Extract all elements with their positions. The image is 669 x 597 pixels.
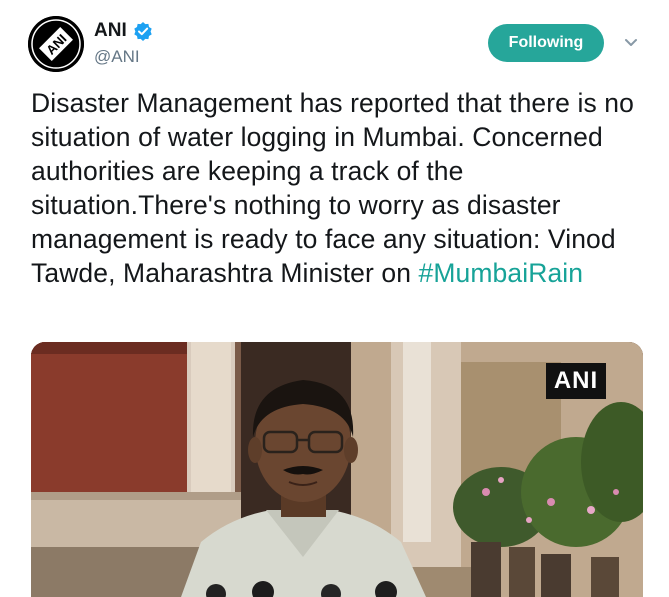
- following-button[interactable]: Following: [488, 24, 604, 62]
- avatar[interactable]: ANI: [28, 16, 84, 72]
- name-row: ANI: [94, 20, 153, 42]
- verified-badge-icon: [133, 21, 153, 41]
- account-info: ANI @ANI: [94, 20, 153, 67]
- tweet-text: Disaster Management has reported that th…: [31, 86, 646, 290]
- account-handle[interactable]: @ANI: [94, 47, 153, 67]
- tweet-card: ANI ANI @ANI Following Disaster Manageme…: [0, 0, 669, 597]
- chevron-down-icon[interactable]: [622, 36, 640, 50]
- media-watermark: ANI: [546, 363, 606, 399]
- hashtag-link[interactable]: #MumbaiRain: [419, 258, 584, 288]
- ani-logo-icon: ANI: [28, 16, 84, 72]
- display-name[interactable]: ANI: [94, 20, 127, 42]
